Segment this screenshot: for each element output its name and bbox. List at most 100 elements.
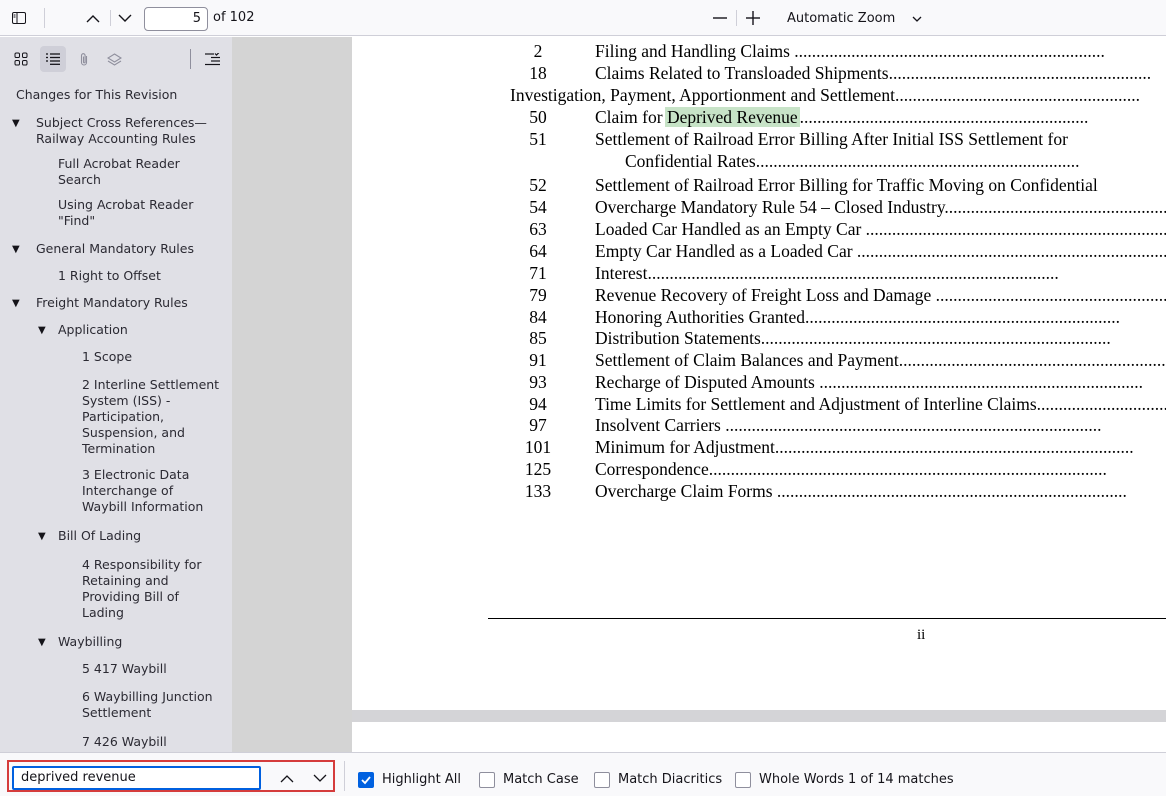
outline-item[interactable]: Application (58, 322, 128, 338)
zoom-out-button[interactable] (709, 7, 731, 29)
toc-title: Settlement of Railroad Error Billing Aft… (595, 129, 1068, 149)
paperclip-icon (80, 52, 88, 66)
sidebar-view-buttons (0, 37, 232, 79)
match-case-checkbox[interactable] (479, 772, 495, 788)
outline-item[interactable]: Interchange of (82, 483, 173, 499)
chevron-up-icon (86, 14, 100, 22)
toc-rule-number: 125 (524, 459, 552, 479)
toc-rule-number: 52 (529, 175, 547, 195)
match-diacritics-label[interactable]: Match Diacritics (618, 772, 722, 788)
zoom-select[interactable]: Automatic Zoom (779, 6, 939, 32)
pdf-page: 2 Filing and Handling Claims ...........… (352, 37, 1166, 710)
outline-item[interactable]: Changes for This Revision (16, 87, 177, 103)
outline-item[interactable]: 3 Electronic Data (82, 467, 189, 483)
toc-title: Overcharge Claim Forms .................… (595, 481, 1127, 501)
outline-item[interactable]: Subject Cross References— (36, 115, 207, 131)
outline-item[interactable]: Termination (82, 441, 155, 457)
toc-entry: 93 Recharge of Disputed Amounts ........… (352, 372, 1166, 392)
toc-rule-number: 54 (529, 197, 547, 217)
next-page-button[interactable] (114, 7, 136, 29)
outline-item[interactable]: "Find" (58, 213, 95, 229)
whole-words-label[interactable]: Whole Words (759, 772, 844, 788)
thumbnails-icon (14, 52, 28, 66)
toc-entry: 133 Overcharge Claim Forms .............… (352, 481, 1166, 501)
outline-toggle-icon[interactable]: ▼ (12, 242, 20, 258)
toc-entry: 50 Claim for Deprived Revenue...........… (352, 107, 1166, 127)
outline-toggle-icon[interactable]: ▼ (12, 296, 20, 312)
outline-item[interactable]: Suspension, and (82, 425, 185, 441)
viewer-margin (232, 37, 352, 752)
outline-item[interactable]: Waybill Information (82, 499, 203, 515)
toc-rule-number: 93 (529, 372, 547, 392)
document-viewer[interactable]: 2 Filing and Handling Claims ...........… (352, 37, 1166, 752)
outline-item[interactable]: 6 Waybilling Junction (82, 689, 213, 705)
outline-item[interactable]: System (ISS) - (82, 393, 170, 409)
outline-toggle-icon[interactable]: ▼ (38, 635, 46, 651)
toc-entry: 94 Time Limits for Settlement and Adjust… (352, 394, 1166, 414)
find-input[interactable]: deprived revenue (12, 766, 261, 790)
toc-title: Honoring Authorities Granted............… (595, 307, 1120, 327)
outline-item[interactable]: 2 Interline Settlement (82, 377, 219, 393)
match-diacritics-checkbox[interactable] (594, 772, 610, 788)
toc-entry: 125 Correspondence......................… (352, 459, 1166, 479)
outline-item[interactable]: Railway Accounting Rules (36, 131, 196, 147)
highlight-all-label[interactable]: Highlight All (382, 772, 461, 788)
outline-item[interactable]: 4 Responsibility for (82, 557, 202, 573)
toc-title: Interest................................… (595, 263, 1059, 283)
outline-item[interactable]: 5 417 Waybill (82, 661, 167, 677)
toc-entry: Confidential Rates......................… (352, 151, 1166, 171)
toc-entry: 2 Filing and Handling Claims ...........… (352, 41, 1166, 61)
toolbar-divider (736, 10, 737, 26)
toolbar-divider (110, 10, 111, 26)
toc-rule-number: 101 (524, 437, 552, 457)
toc-title: Time Limits for Settlement and Adjustmen… (595, 394, 1166, 414)
outline-item[interactable]: Bill Of Lading (58, 528, 141, 544)
toc-entry: 64 Empty Car Handled as a Loaded Car ...… (352, 241, 1166, 261)
attachments-view-button[interactable] (71, 46, 97, 72)
current-outline-item-button[interactable] (199, 46, 225, 72)
outline-item[interactable]: Freight Mandatory Rules (36, 295, 188, 311)
outline-item[interactable]: Waybilling (58, 634, 122, 650)
sidebar-toggle-button[interactable] (8, 7, 30, 29)
toc-title: Revenue Recovery of Freight Loss and Dam… (595, 285, 1166, 305)
chevron-down-icon (313, 774, 327, 782)
highlight-all-checkbox[interactable] (358, 772, 374, 788)
toc-rule-number: 133 (524, 481, 552, 501)
outline-item[interactable]: Participation, (82, 409, 164, 425)
sidebar-toggle-icon (12, 12, 26, 24)
find-bar: deprived revenue Highlight All Match Cas… (0, 752, 1166, 796)
outline-item[interactable]: Using Acrobat Reader (58, 197, 193, 213)
toc-rule-number: 71 (529, 263, 547, 283)
find-next-button[interactable] (309, 767, 331, 789)
outline-item[interactable]: Full Acrobat Reader (58, 156, 180, 172)
outline-toggle-icon[interactable]: ▼ (38, 529, 46, 545)
zoom-in-button[interactable] (742, 7, 764, 29)
find-previous-button[interactable] (276, 767, 298, 789)
checkmark-icon (361, 776, 371, 785)
layers-view-button[interactable] (101, 46, 127, 72)
outline-toggle-icon[interactable]: ▼ (12, 116, 20, 132)
outline-item[interactable]: Providing Bill of (82, 589, 179, 605)
outline-item[interactable]: Lading (82, 605, 124, 621)
outline-item[interactable]: Retaining and (82, 573, 169, 589)
toc-rule-number: 79 (529, 285, 547, 305)
thumbnails-view-button[interactable] (8, 46, 34, 72)
page-count: of 102 (213, 10, 255, 25)
match-case-label[interactable]: Match Case (503, 772, 579, 788)
toc-title: Minimum for Adjustment..................… (595, 437, 1134, 457)
page-footer-rule (488, 618, 1166, 619)
outline-item[interactable]: Search (58, 172, 101, 188)
outline-item[interactable]: 1 Right to Offset (58, 268, 161, 284)
previous-page-button[interactable] (82, 7, 104, 29)
outline-item[interactable]: 1 Scope (82, 349, 132, 365)
outline-item[interactable]: 7 426 Waybill (82, 734, 167, 750)
whole-words-checkbox[interactable] (735, 772, 751, 788)
find-bar-divider (344, 761, 345, 791)
page-number-input[interactable]: 5 (144, 7, 208, 31)
outline-toggle-icon[interactable]: ▼ (38, 323, 46, 339)
outline-view-button[interactable] (40, 46, 66, 72)
layers-icon (106, 52, 122, 66)
outline-item[interactable]: Settlement (82, 705, 151, 721)
outline-item[interactable]: General Mandatory Rules (36, 241, 194, 257)
toc-rule-number: 2 (533, 41, 543, 61)
